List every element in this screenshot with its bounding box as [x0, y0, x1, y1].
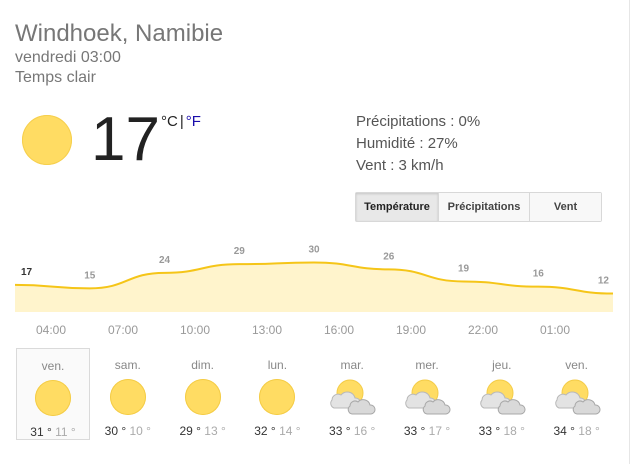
forecast-day-name: jeu. — [492, 358, 512, 372]
chart-point-label: 17 — [21, 267, 33, 278]
temperature-chart: 17 15 24 29 30 26 19 16 12 — [15, 244, 613, 312]
hour-label: 04:00 — [35, 323, 67, 337]
sun-icon — [258, 378, 296, 416]
current-temperature: 17 — [91, 105, 160, 174]
partly-cloudy-icon — [330, 378, 376, 416]
hour-label: 16:00 — [323, 323, 355, 337]
hour-label: 07:00 — [107, 323, 139, 337]
chart-point-label: 16 — [533, 269, 545, 280]
forecast-low: 18 ° — [503, 424, 525, 438]
condition-label: Temps clair — [15, 69, 96, 86]
hour-label: 10:00 — [179, 323, 211, 337]
chart-tabs: Température Précipitations Vent — [355, 192, 602, 222]
chart-point-label: 30 — [308, 244, 320, 255]
forecast-temps: 33 ° 18 ° — [465, 424, 539, 438]
forecast-high: 29 ° — [179, 424, 205, 438]
chart-point-label: 29 — [234, 246, 246, 257]
partly-cloudy-icon — [480, 378, 526, 416]
sun-icon — [22, 115, 72, 165]
chart-point-label: 12 — [598, 276, 610, 287]
hour-label: 19:00 — [395, 323, 427, 337]
forecast-day[interactable]: jeu. 33 ° 18 ° — [465, 348, 539, 440]
forecast-low: 16 ° — [353, 424, 376, 438]
forecast-high: 33 ° — [329, 424, 354, 438]
forecast-temps: 32 ° 14 ° — [240, 424, 314, 438]
unit-fahrenheit[interactable]: °F — [186, 113, 201, 130]
forecast-temps: 29 ° 13 ° — [166, 424, 240, 438]
forecast-day-name: mer. — [415, 358, 439, 372]
forecast-day[interactable]: mar. 33 ° 16 ° — [315, 348, 389, 440]
unit-switcher: °C | °F — [161, 113, 201, 130]
unit-celsius[interactable]: °C — [161, 113, 178, 130]
daily-forecast: ven. 31 ° 11 ° sam. 30 ° 10 ° dim. 29 ° 13 ° l… — [15, 348, 615, 448]
tab-temperature[interactable]: Température — [356, 193, 439, 221]
forecast-low: 18 ° — [578, 424, 600, 438]
forecast-day[interactable]: lun. 32 ° 14 ° — [240, 348, 314, 440]
chart-point-label: 24 — [159, 255, 171, 266]
forecast-temps: 34 ° 18 ° — [540, 424, 614, 438]
forecast-temps: 33 ° 16 ° — [315, 424, 389, 438]
forecast-high: 33 ° — [478, 424, 504, 438]
wind-detail: Vent : 3 km/h — [356, 157, 444, 174]
forecast-day-name: mar. — [340, 358, 364, 372]
sun-icon — [109, 378, 147, 416]
tab-precipitation[interactable]: Précipitations — [439, 193, 530, 221]
hour-label: 13:00 — [251, 323, 283, 337]
chart-point-label: 19 — [458, 263, 470, 274]
forecast-temps: 33 ° 17 ° — [390, 424, 464, 438]
unit-separator: | — [179, 113, 184, 130]
forecast-high: 31 ° — [30, 425, 56, 439]
forecast-day-name: dim. — [191, 358, 214, 372]
forecast-high: 33 ° — [403, 424, 429, 438]
location-title: Windhoek, Namibie — [15, 20, 224, 47]
forecast-day[interactable]: sam. 30 ° 10 ° — [91, 348, 165, 440]
forecast-low: 17 ° — [428, 424, 451, 438]
humidity-detail: Humidité : 27% — [356, 135, 458, 152]
partly-cloudy-icon — [405, 378, 451, 416]
forecast-temps: 31 ° 11 ° — [17, 425, 89, 439]
tab-wind[interactable]: Vent — [530, 193, 601, 221]
forecast-day[interactable]: ven. 31 ° 11 ° — [16, 348, 90, 440]
hour-axis: 04:00 07:00 10:00 13:00 16:00 19:00 22:00 01:00 — [15, 323, 615, 339]
forecast-high: 34 ° — [553, 424, 579, 438]
forecast-temps: 30 ° 10 ° — [91, 424, 165, 438]
hour-label: 01:00 — [539, 323, 571, 337]
chart-point-label: 26 — [383, 251, 395, 262]
sun-icon — [184, 378, 222, 416]
forecast-day-name: sam. — [114, 358, 141, 372]
partly-cloudy-icon — [554, 378, 601, 416]
forecast-day-name: ven. — [565, 358, 588, 372]
forecast-low: 10 ° — [129, 424, 151, 438]
chart-point-label: 15 — [84, 270, 96, 281]
forecast-day[interactable]: dim. 29 ° 13 ° — [166, 348, 240, 440]
sun-icon — [34, 379, 72, 417]
weather-details: Précipitations : 0% Humidité : 27% Vent … — [356, 111, 480, 177]
precipitation-detail: Précipitations : 0% — [356, 113, 481, 130]
forecast-day-name: lun. — [267, 358, 288, 372]
forecast-high: 30 ° — [104, 424, 130, 438]
forecast-low: 14 ° — [279, 424, 301, 438]
forecast-low: 13 ° — [204, 424, 226, 438]
forecast-day[interactable]: ven. 34 ° 18 ° — [540, 348, 614, 440]
forecast-low: 11 ° — [55, 425, 76, 439]
weather-card: Windhoek, Namibie vendredi 03:00 Temps c… — [0, 0, 630, 464]
hour-label: 22:00 — [467, 323, 499, 337]
forecast-day-name: ven. — [41, 359, 65, 373]
datetime-label: vendredi 03:00 — [15, 49, 121, 66]
forecast-high: 32 ° — [254, 424, 280, 438]
forecast-day[interactable]: mer. 33 ° 17 ° — [390, 348, 464, 440]
